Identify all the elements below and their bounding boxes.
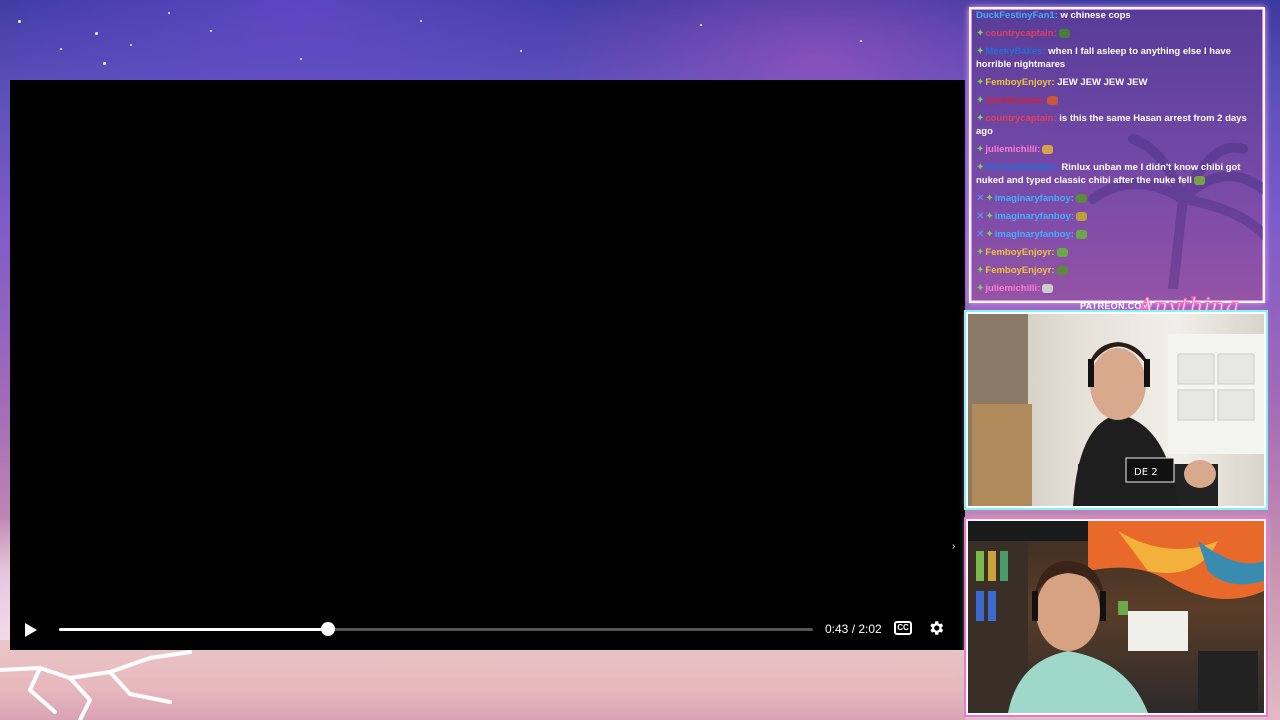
mod-sword-icon: ✕ bbox=[976, 229, 985, 240]
chat-username[interactable]: juliemichilli: bbox=[985, 144, 1040, 155]
chevron-right-icon: › bbox=[952, 541, 956, 552]
chat-message: ✦FemboyEnjoyr: bbox=[976, 264, 1258, 277]
chat-username[interactable]: JoshKannax: bbox=[985, 95, 1045, 106]
chat-message: DuckFestinyFan1: w chinese cops bbox=[976, 9, 1258, 22]
chat-emote-icon bbox=[1075, 229, 1087, 239]
webcam-host-image: DE 2 bbox=[968, 314, 1264, 506]
chat-message: ✦JoshKannax: bbox=[976, 94, 1258, 107]
player-controls: 0:43 / 2:02 CC bbox=[10, 608, 965, 650]
video-player[interactable]: 0:43 / 2:02 CC bbox=[10, 80, 965, 650]
chat-message: ✦FemboyEnjoyr: JEW JEW JEW JEW bbox=[976, 76, 1258, 89]
subscriber-badge-icon: ✦ bbox=[976, 77, 985, 88]
chat-emote-icon bbox=[1056, 265, 1068, 275]
subscriber-badge-icon: ✦ bbox=[976, 247, 985, 258]
subscriber-badge-icon: ✦ bbox=[985, 193, 994, 204]
webcam-host: DE 2 bbox=[966, 312, 1266, 508]
chat-text: JEW JEW JEW JEW bbox=[1057, 77, 1148, 88]
chat-username[interactable]: FemboyEnjoyr: bbox=[985, 265, 1054, 276]
subscriber-badge-icon: ✦ bbox=[976, 283, 985, 294]
play-button[interactable] bbox=[22, 621, 40, 639]
chat-username[interactable]: imaginaryfanboy: bbox=[995, 193, 1074, 204]
chat-message: ✦countrycaptain: is this the same Hasan … bbox=[976, 112, 1258, 138]
seek-thumb[interactable] bbox=[321, 622, 336, 636]
subscriber-badge-icon: ✦ bbox=[985, 229, 994, 240]
subscriber-badge-icon: ✦ bbox=[976, 46, 985, 57]
chat-message: ✦PersonManMan: Rinlux unban me I didn't … bbox=[976, 161, 1258, 187]
subscriber-badge-icon: ✦ bbox=[976, 265, 985, 276]
mod-sword-icon: ✕ bbox=[976, 193, 985, 204]
chat-emote-icon bbox=[1193, 175, 1205, 185]
webcam-guest-image bbox=[968, 521, 1264, 713]
chat-text: w chinese cops bbox=[1060, 10, 1131, 21]
chat-message: ✦juliemichilli: bbox=[976, 143, 1258, 156]
chat-emote-icon bbox=[1047, 95, 1059, 105]
subscriber-badge-icon: ✦ bbox=[976, 162, 985, 173]
shirt-text: DE 2 bbox=[1134, 467, 1158, 478]
chat-emote-icon bbox=[1075, 193, 1087, 203]
webcam-guest bbox=[966, 519, 1266, 715]
chat-message: ✦FemboyEnjoyr: bbox=[976, 246, 1258, 259]
subscriber-badge-icon: ✦ bbox=[976, 95, 985, 106]
chat-username[interactable]: juliemichilli: bbox=[985, 283, 1040, 294]
chat-emote-icon bbox=[1058, 28, 1070, 38]
chat-username[interactable]: FemboyEnjoyr: bbox=[985, 247, 1054, 258]
chat-messages: DuckFestinyFan1: w chinese cops ✦countryc… bbox=[976, 9, 1258, 300]
chat-username[interactable]: MeekyBakes: bbox=[985, 46, 1045, 57]
chat-emote-icon bbox=[1042, 144, 1054, 154]
seek-progress bbox=[59, 628, 329, 631]
chat-username[interactable]: imaginaryfanboy: bbox=[995, 229, 1074, 240]
seek-bar[interactable] bbox=[59, 622, 813, 636]
chat-message: ✦countrycaptain: bbox=[976, 27, 1258, 40]
chat-emote-icon bbox=[1042, 283, 1054, 293]
subscriber-badge-icon: ✦ bbox=[976, 144, 985, 155]
chat-username[interactable]: imaginaryfanboy: bbox=[995, 211, 1074, 222]
gear-icon bbox=[930, 621, 944, 635]
play-icon bbox=[25, 623, 37, 637]
background-cracks bbox=[0, 650, 192, 720]
settings-button[interactable] bbox=[927, 619, 945, 637]
chat-username[interactable]: countrycaptain: bbox=[985, 28, 1056, 39]
chat-emote-icon bbox=[1056, 247, 1068, 257]
chat-username[interactable]: PersonManMan: bbox=[985, 162, 1058, 173]
subscriber-badge-icon: ✦ bbox=[985, 211, 994, 222]
chat-message: ✦MeekyBakes: when I fall asleep to anyth… bbox=[976, 45, 1258, 71]
chat-emote-icon bbox=[1075, 211, 1087, 221]
chat-message: ✕✦imaginaryfanboy: bbox=[976, 210, 1258, 223]
subscriber-badge-icon: ✦ bbox=[976, 113, 985, 124]
chat-message: ✕✦imaginaryfanboy: bbox=[976, 192, 1258, 205]
chat-message: ✕✦imaginaryfanboy: bbox=[976, 228, 1258, 241]
chat-username[interactable]: countrycaptain: bbox=[985, 113, 1056, 124]
time-display: 0:43 / 2:02 bbox=[825, 622, 882, 636]
chat-panel: DuckFestinyFan1: w chinese cops ✦countryc… bbox=[969, 7, 1265, 303]
chat-username[interactable]: DuckFestinyFan1: bbox=[976, 10, 1058, 21]
mod-sword-icon: ✕ bbox=[976, 211, 985, 222]
subscriber-badge-icon: ✦ bbox=[976, 28, 985, 39]
chat-username[interactable]: FemboyEnjoyr: bbox=[985, 77, 1054, 88]
captions-button[interactable]: CC bbox=[894, 621, 912, 635]
